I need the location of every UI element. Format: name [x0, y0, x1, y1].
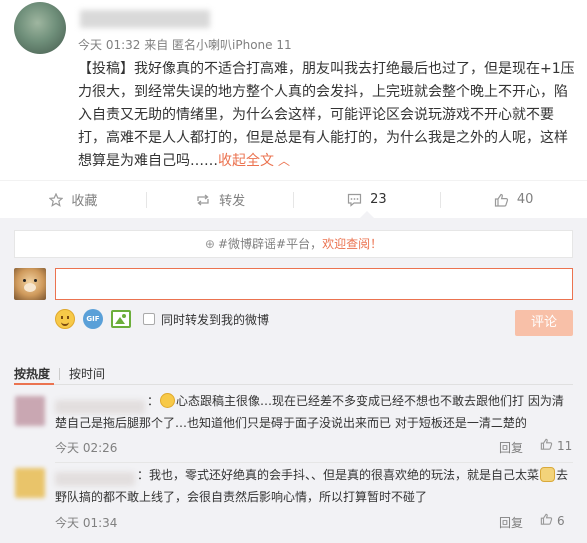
repost-label: 转发: [219, 194, 246, 209]
comment-prefix: ：我也，零式还好绝真的会手抖、、但是真的很喜欢绝的玩法，就是自己太菜: [137, 468, 540, 482]
hashtag-icon: ⊕: [204, 237, 215, 251]
post-tag: 【投稿】: [78, 61, 134, 77]
comment-input[interactable]: [55, 268, 573, 300]
notice-hashtag[interactable]: #微博辟谣#: [218, 237, 286, 251]
author-avatar[interactable]: [14, 2, 66, 54]
comment-like-count: 11: [557, 439, 573, 453]
comment-time[interactable]: 今天 02:26: [55, 439, 117, 456]
like-count: 40: [516, 192, 534, 207]
avatar-snout: [24, 283, 36, 292]
emoji-icon[interactable]: [55, 309, 75, 329]
sort-divider: [59, 367, 61, 380]
commenter-avatar[interactable]: [15, 468, 45, 498]
composer-toolbar: GIF 同时转发到我的微博: [55, 308, 269, 330]
collapse-link[interactable]: 收起全文: [218, 153, 274, 169]
sort-divider-line: [14, 384, 573, 385]
gif-icon[interactable]: GIF: [83, 309, 103, 329]
active-tab-indicator: [14, 383, 54, 385]
sort-tabs: 按热度 按时间: [14, 365, 105, 382]
crying-emoji-icon: [160, 393, 176, 408]
tab-sort-hot[interactable]: 按热度: [14, 365, 50, 382]
post-header: 今天 01:32 来自 匿名小喇叭iPhone 11: [0, 0, 587, 60]
like-button[interactable]: 40: [440, 181, 587, 218]
post-time[interactable]: 今天 01:32: [78, 38, 140, 52]
submit-comment-button[interactable]: 评论: [515, 310, 573, 336]
comment-icon: [347, 193, 362, 207]
also-repost-label: 同时转发到我的微博: [161, 312, 270, 327]
comment-like-button[interactable]: 6: [540, 513, 565, 529]
reply-button[interactable]: 回复: [499, 514, 523, 531]
cat-emoji-icon: [540, 467, 556, 482]
comment-button[interactable]: 23: [294, 181, 441, 219]
comment-text: ：我也，零式还好绝真的会手抖、、但是真的很喜欢绝的玩法，就是自己太菜 去野队搞的都…: [55, 464, 575, 508]
comment-like-count: 6: [557, 514, 565, 528]
repost-button[interactable]: 转发: [147, 181, 294, 218]
also-repost-checkbox[interactable]: [143, 313, 155, 325]
comment-count: 23: [370, 192, 387, 207]
comment-time[interactable]: 今天 01:34: [55, 514, 117, 531]
my-avatar[interactable]: [14, 268, 46, 300]
comment-like-button[interactable]: 11: [540, 438, 572, 454]
reply-button[interactable]: 回复: [499, 439, 523, 456]
comment-divider: [55, 462, 573, 463]
avatar-eye: [23, 279, 26, 282]
chevron-up-icon[interactable]: ︿: [278, 150, 290, 173]
thumbs-up-icon: [540, 438, 553, 454]
notice-link[interactable]: 欢迎查阅！: [322, 237, 382, 251]
comment-text: ：心态跟稿主很像…现在已经差不多变成已经不想也不敢去跟他们打 因为清楚自己是拖后…: [55, 390, 575, 434]
action-divider: [440, 192, 441, 208]
post-body: 【投稿】我好像真的不适合打高难，朋友叫我去打绝最后也过了，但是现在+1压力很大，…: [78, 58, 578, 173]
thumbs-up-icon: [540, 513, 553, 529]
repost-icon: [195, 193, 211, 207]
rumor-notice: ⊕ #微博辟谣#平台，欢迎查阅！: [14, 230, 573, 258]
post-meta: 今天 01:32 来自 匿名小喇叭iPhone 11: [78, 36, 292, 53]
action-divider: [293, 192, 294, 208]
action-divider: [146, 192, 147, 208]
comment-area: ⊕ #微博辟谣#平台，欢迎查阅！ GIF 同时转发到我的微博 评论 按热度 按时间…: [0, 218, 587, 543]
commenter-avatar[interactable]: [15, 396, 45, 426]
action-bar: 收藏 转发 23 40: [0, 180, 587, 219]
avatar-eye: [34, 279, 37, 282]
comment-prefix: ：: [147, 394, 160, 408]
image-icon[interactable]: [111, 310, 131, 328]
author-name-redacted: [80, 10, 210, 28]
post-text: 我好像真的不适合打高难，朋友叫我去打绝最后也过了，但是现在+1压力很大，到经常失…: [78, 61, 575, 169]
thumbs-up-icon: [494, 193, 509, 207]
favorite-label: 收藏: [71, 194, 98, 209]
comment-body: 心态跟稿主很像…现在已经差不多变成已经不想也不敢去跟他们打 因为清楚自己是拖后腿…: [55, 394, 564, 430]
favorite-button[interactable]: 收藏: [0, 181, 147, 218]
notice-text: 平台，: [286, 237, 323, 251]
post-source: 来自 匿名小喇叭iPhone 11: [140, 38, 292, 52]
star-icon: [49, 192, 64, 207]
tab-sort-time[interactable]: 按时间: [69, 365, 105, 382]
